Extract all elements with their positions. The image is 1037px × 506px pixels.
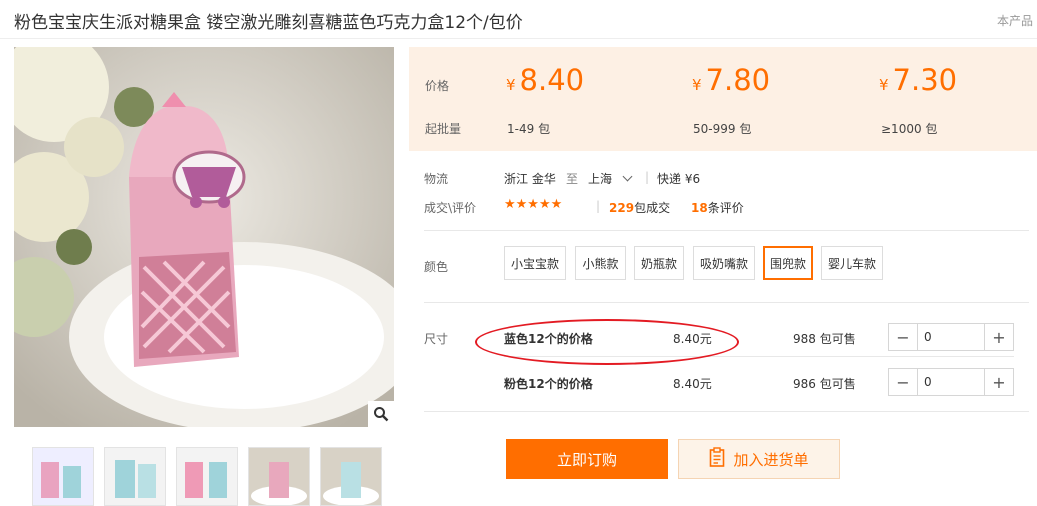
- color-option[interactable]: 婴儿车款: [821, 246, 883, 280]
- price-tier-1: ¥8.40: [506, 63, 585, 97]
- thumbnail[interactable]: [248, 447, 310, 506]
- qty-tier-1: 1-49 包: [507, 122, 551, 136]
- divider: [424, 302, 1029, 303]
- logistics-label: 物流: [424, 172, 449, 186]
- thumbnail[interactable]: [320, 447, 382, 506]
- price-tier-2: ¥7.80: [692, 63, 771, 97]
- plus-button[interactable]: +: [985, 369, 1013, 395]
- color-label: 颜色: [424, 260, 449, 274]
- size-label: 尺寸: [424, 332, 449, 346]
- add-to-cart-button[interactable]: 加入进货单: [678, 439, 840, 479]
- divider: [424, 230, 1029, 231]
- product-title: 粉色宝宝庆生派对糖果盒 镂空激光雕刻喜糖蓝色巧克力盒12个/包价: [14, 13, 523, 33]
- thumbnail[interactable]: [104, 447, 166, 506]
- to-text: 至: [566, 172, 579, 186]
- thumbnail-strip: [32, 447, 382, 506]
- color-option[interactable]: 奶瓶款: [634, 246, 684, 280]
- chevron-down-icon: [622, 171, 633, 182]
- express-fee: 快递 ¥6: [657, 172, 701, 186]
- highlight-annotation: [475, 319, 739, 365]
- clipboard-icon: [709, 447, 725, 471]
- price-label: 价格: [425, 79, 450, 93]
- quantity-stepper: − 0 +: [888, 368, 1014, 396]
- quantity-input[interactable]: 0: [917, 369, 985, 395]
- destination-select[interactable]: 上海: [588, 170, 633, 187]
- color-option[interactable]: 小宝宝款: [504, 246, 566, 280]
- title-divider: [0, 38, 1037, 39]
- thumbnail[interactable]: [176, 447, 238, 506]
- qty-tier-3: ≥1000 包: [881, 122, 938, 136]
- plus-button[interactable]: +: [985, 324, 1013, 350]
- color-option-selected[interactable]: 围兜款: [763, 246, 813, 280]
- separator: |: [596, 199, 601, 213]
- price-panel: 价格 起批量 ¥8.40 ¥7.80 ¥7.30 1-49 包 50-999 包…: [409, 47, 1037, 151]
- color-option[interactable]: 吸奶嘴款: [693, 246, 755, 280]
- add-to-cart-label: 加入进货单: [733, 450, 809, 469]
- main-product-image[interactable]: [14, 47, 394, 427]
- magnifier-icon[interactable]: [368, 401, 394, 427]
- color-option[interactable]: 小熊款: [575, 246, 626, 280]
- rating-stars: ★★★★★: [504, 197, 563, 212]
- quantity-input[interactable]: 0: [917, 324, 985, 350]
- quantity-stepper: − 0 +: [888, 323, 1014, 351]
- sku-stock: 988 包可售: [793, 332, 856, 346]
- sku-price: 8.40元: [673, 377, 712, 391]
- corner-note[interactable]: 本产品: [997, 12, 1033, 29]
- minus-button[interactable]: −: [889, 369, 917, 395]
- qty-tier-2: 50-999 包: [693, 122, 752, 136]
- review-count[interactable]: 18条评价: [691, 199, 744, 216]
- divider: [424, 411, 1029, 412]
- price-tier-3: ¥7.30: [879, 63, 958, 97]
- thumbnail[interactable]: [32, 447, 94, 506]
- origin: 浙江 金华: [504, 172, 556, 186]
- trades-label: 成交\评价: [424, 201, 477, 215]
- deal-count[interactable]: 229包成交: [609, 199, 670, 216]
- minus-button[interactable]: −: [889, 324, 917, 350]
- sku-stock: 986 包可售: [793, 377, 856, 391]
- sku-name: 粉色12个的价格: [504, 377, 593, 391]
- separator: |: [645, 170, 650, 184]
- moq-label: 起批量: [425, 122, 462, 136]
- candy-box-photo: [14, 47, 394, 427]
- buy-now-button[interactable]: 立即订购: [506, 439, 668, 479]
